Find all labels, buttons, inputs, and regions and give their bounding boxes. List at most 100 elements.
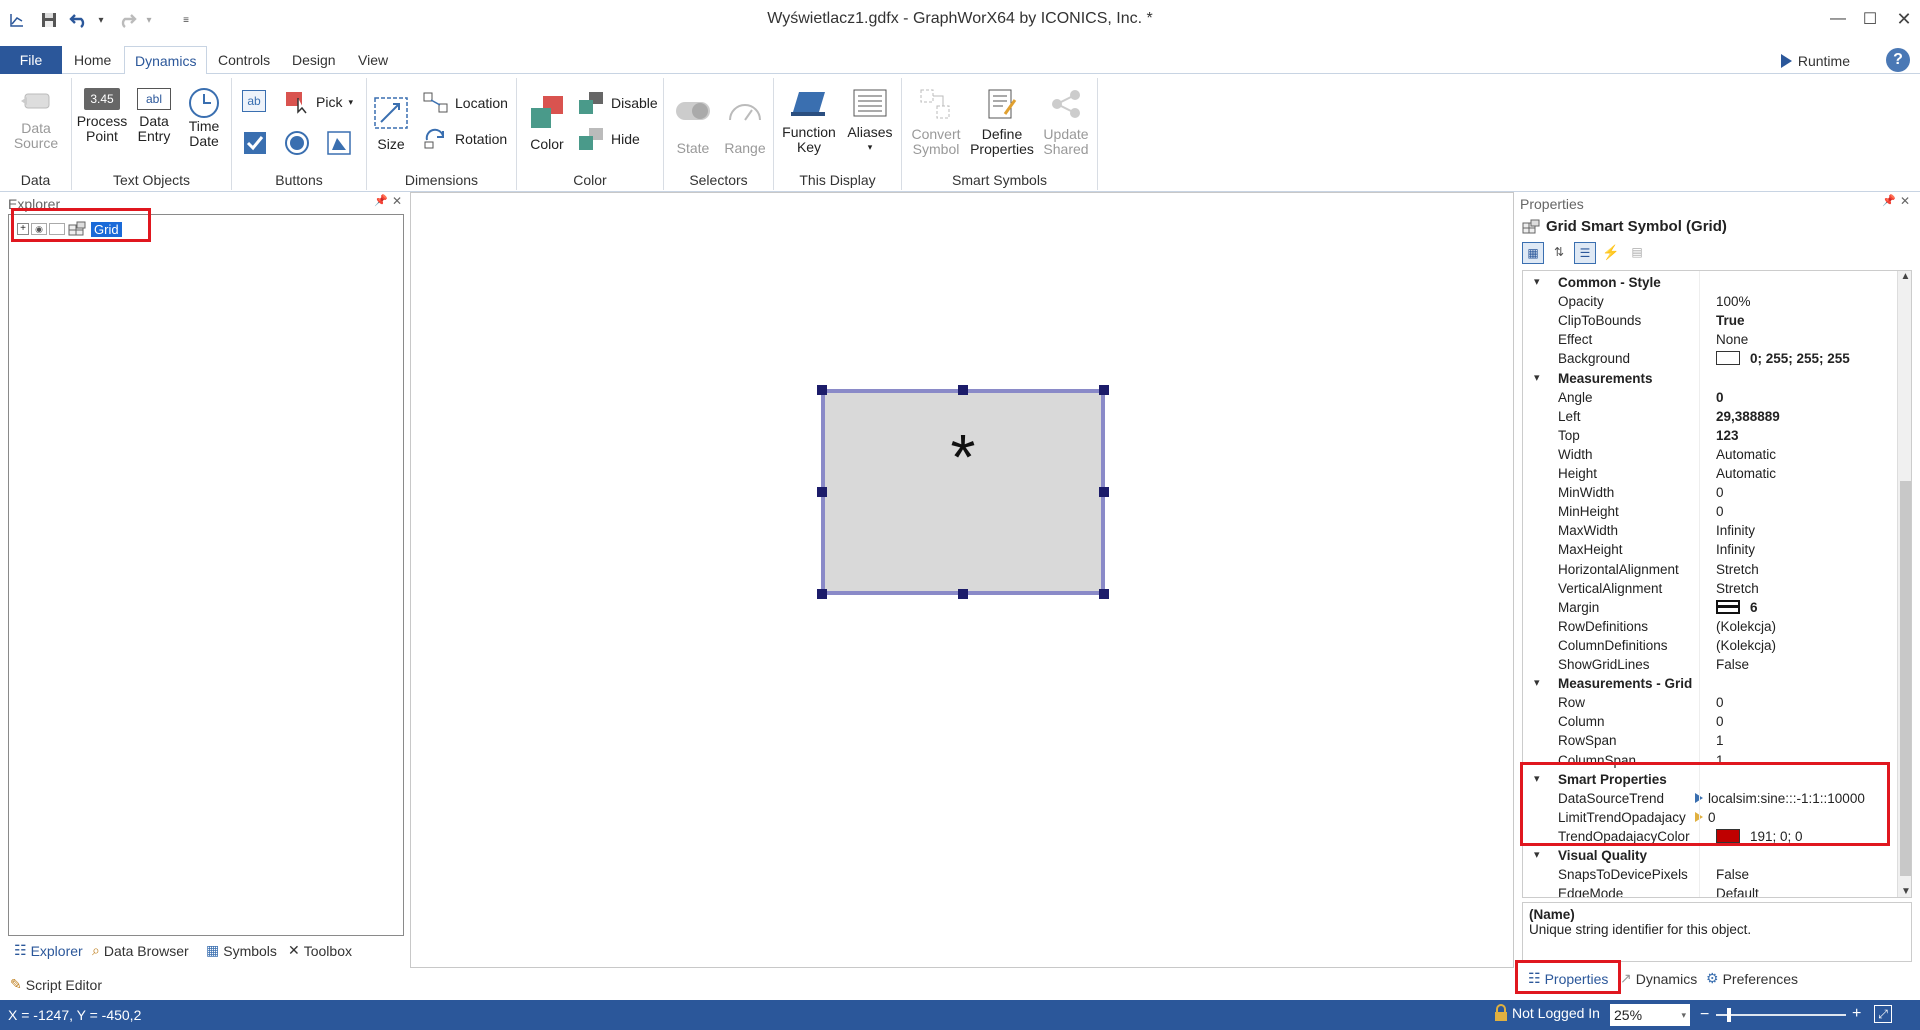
collapse-chevron-icon[interactable]: ▾ [1534,846,1540,865]
tab-preferences[interactable]: ⚙ Preferences [1706,970,1798,987]
property-row[interactable]: MinWidth 0 [1523,483,1903,502]
tab-symbols[interactable]: ▦ Symbols [206,942,277,959]
property-row[interactable]: Angle 0 [1523,388,1903,407]
property-value[interactable]: 0 [1716,483,1724,502]
scroll-up-icon[interactable]: ▲ [1898,271,1911,282]
property-value[interactable]: 100% [1716,292,1751,311]
state-button[interactable]: State [670,98,716,156]
zoom-in-icon[interactable]: + [1852,1005,1861,1023]
text-button-tool[interactable]: ab [242,90,266,112]
resize-handle-w[interactable] [817,487,827,497]
collapse-chevron-icon[interactable]: ▾ [1534,273,1540,292]
time-date-button[interactable]: Time Date [178,86,230,149]
property-row[interactable]: VerticalAlignment Stretch [1523,579,1903,598]
runtime-button[interactable]: Runtime [1778,50,1850,72]
help-icon[interactable]: ? [1886,48,1910,72]
rotation-button[interactable]: Rotation [423,128,507,150]
resize-handle-n[interactable] [958,385,968,395]
property-value[interactable]: Stretch [1716,579,1759,598]
property-value[interactable]: Infinity [1716,540,1755,559]
property-row[interactable]: MinHeight 0 [1523,502,1903,521]
property-row[interactable]: Height Automatic [1523,464,1903,483]
tab-view[interactable]: View [348,46,398,74]
zoom-out-icon[interactable]: − [1700,1006,1709,1024]
property-value[interactable]: 123 [1716,426,1739,445]
location-button[interactable]: Location [423,92,508,114]
property-value[interactable]: False [1716,865,1749,884]
size-button[interactable]: Size [371,96,411,152]
tab-data-browser[interactable]: ⌕ Data Browser [92,942,189,959]
property-row[interactable]: RowDefinitions (Kolekcja) [1523,617,1903,636]
property-row[interactable]: Opacity 100% [1523,292,1903,311]
property-row[interactable]: MaxHeight Infinity [1523,540,1903,559]
scroll-thumb[interactable] [1900,481,1911,876]
disable-button[interactable]: Disable [577,90,658,116]
hide-button[interactable]: Hide [577,126,640,152]
categorized-view-icon[interactable]: ▦ [1522,242,1544,264]
property-value[interactable]: 6 [1716,598,1758,617]
property-row[interactable]: Left 29,388889 [1523,407,1903,426]
property-value[interactable]: Stretch [1716,560,1759,579]
property-category[interactable]: ▾ Measurements - Grid [1523,674,1903,693]
design-canvas[interactable]: * [410,192,1514,968]
property-value[interactable]: 1 [1716,731,1724,750]
property-row[interactable]: Row 0 [1523,693,1903,712]
property-row[interactable]: Width Automatic [1523,445,1903,464]
property-row[interactable]: SnapsToDevicePixels False [1523,865,1903,884]
collapse-chevron-icon[interactable]: ▾ [1534,674,1540,693]
pick-button[interactable]: Pick ▾ [284,90,353,114]
convert-symbol-button[interactable]: Convert Symbol [906,88,966,157]
property-row[interactable]: RowSpan 1 [1523,731,1903,750]
properties-view-icon[interactable]: ☰ [1574,242,1596,264]
property-row[interactable]: ColumnDefinitions (Kolekcja) [1523,636,1903,655]
resize-handle-sw[interactable] [817,589,827,599]
events-view-icon[interactable]: ⚡ [1600,242,1622,264]
resize-handle-e[interactable] [1099,487,1109,497]
explorer-pin-icon[interactable]: 📌 [374,194,388,207]
collapse-chevron-icon[interactable]: ▾ [1534,369,1540,388]
checkbox-tool[interactable] [242,130,268,156]
tab-controls[interactable]: Controls [208,46,280,74]
property-value[interactable]: Default [1716,884,1759,897]
tab-dynamics[interactable]: Dynamics [124,46,208,75]
property-value[interactable]: 0 [1716,712,1724,731]
property-pages-icon[interactable]: ▤ [1626,242,1648,264]
property-row[interactable]: EdgeMode Default [1523,884,1903,897]
define-properties-button[interactable]: Define Properties [968,88,1036,157]
close-window-icon[interactable]: ✕ [1884,4,1920,34]
property-value[interactable]: 29,388889 [1716,407,1780,426]
tab-explorer[interactable]: ☷ Explorer [14,942,83,959]
property-category[interactable]: ▾ Measurements [1523,369,1903,388]
resize-handle-nw[interactable] [817,385,827,395]
property-value[interactable]: 0 [1716,502,1724,521]
function-key-button[interactable]: Function Key [778,88,840,155]
color-button[interactable]: Color [525,94,569,152]
property-row[interactable]: MaxWidth Infinity [1523,521,1903,540]
property-row[interactable]: Top 123 [1523,426,1903,445]
property-row[interactable]: Column 0 [1523,712,1903,731]
tab-file[interactable]: File [0,46,62,74]
property-value[interactable]: (Kolekcja) [1716,617,1776,636]
properties-close-icon[interactable]: ✕ [1900,194,1910,208]
range-button[interactable]: Range [720,98,770,156]
data-entry-button[interactable]: abl Data Entry [130,88,178,144]
property-value[interactable]: False [1716,655,1749,674]
script-editor-button[interactable]: ✎ Script Editor [10,976,102,993]
property-row[interactable]: Background 0; 255; 255; 255 [1523,349,1903,368]
scroll-down-icon[interactable]: ▼ [1898,886,1911,897]
property-value[interactable]: True [1716,311,1745,330]
zoom-slider-thumb[interactable] [1727,1008,1731,1022]
property-row[interactable]: HorizontalAlignment Stretch [1523,560,1903,579]
zoom-slider[interactable] [1716,1008,1846,1022]
property-category[interactable]: ▾ Common - Style [1523,273,1903,292]
property-value[interactable]: Automatic [1716,445,1776,464]
login-status[interactable]: Not Logged In [1494,1004,1600,1022]
property-value[interactable]: 0 [1716,388,1724,407]
tab-dynamics-panel[interactable]: ↗ Dynamics [1620,970,1697,987]
zoom-select[interactable]: 25% ▾ [1610,1004,1690,1026]
data-source-button[interactable]: Data Source [6,88,66,151]
property-value[interactable]: (Kolekcja) [1716,636,1776,655]
tab-toolbox[interactable]: ✕ Toolbox [288,942,352,959]
update-shared-button[interactable]: Update Shared [1038,88,1094,157]
property-value[interactable]: Automatic [1716,464,1776,483]
